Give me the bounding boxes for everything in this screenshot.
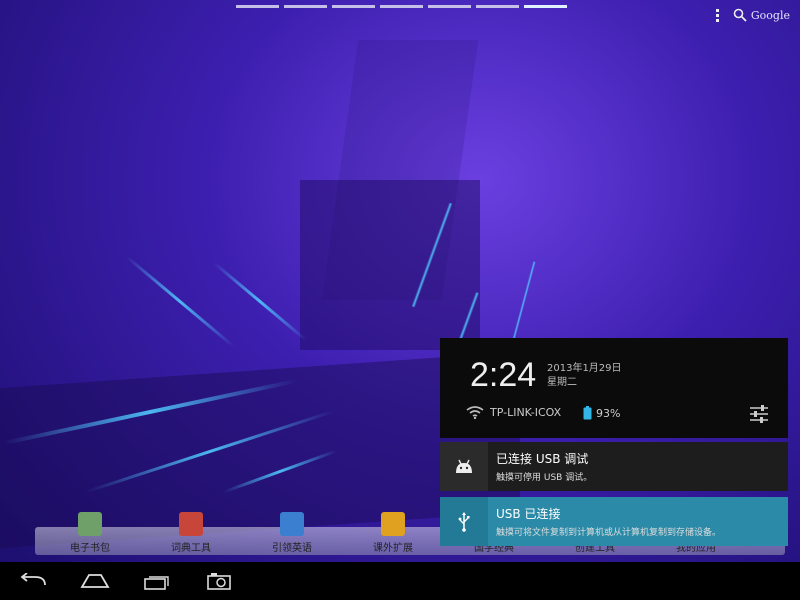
back-button[interactable] <box>8 562 58 600</box>
battery-icon <box>583 406 592 420</box>
weekday-text: 星期二 <box>547 377 577 388</box>
dock-app[interactable]: 引领英语 <box>242 508 342 554</box>
clock-time: 2:24 <box>470 356 537 394</box>
navigation-bar <box>0 562 800 600</box>
top-actions: Google <box>715 8 790 22</box>
android-icon <box>440 442 488 491</box>
app-label: 引领英语 <box>272 543 312 554</box>
app-icon <box>179 512 203 536</box>
recent-apps-button[interactable] <box>132 562 182 600</box>
wifi-icon <box>466 406 484 419</box>
notification-usb-connected[interactable]: USB 已连接 触摸可将文件复制到计算机或从计算机复制到存储设备。 <box>440 497 788 546</box>
dock-app[interactable]: 课外扩展 <box>343 508 443 554</box>
dock-app[interactable]: 电子书包 <box>40 508 140 554</box>
battery-level: 93% <box>596 406 621 420</box>
search-label: Google <box>750 8 790 22</box>
app-label: 课外扩展 <box>373 543 413 554</box>
notification-panel: 2:24 2013年1月29日 星期二 TP-LINK-ICOX 93% 已连接… <box>440 338 788 548</box>
google-search-button[interactable]: Google <box>733 8 790 22</box>
date-text: 2013年1月29日 <box>547 363 622 374</box>
notification-subtitle: 触摸可停用 USB 调试。 <box>496 473 593 483</box>
notification-subtitle: 触摸可将文件复制到计算机或从计算机复制到存储设备。 <box>496 528 722 538</box>
recent-apps-icon <box>144 576 169 590</box>
notification-title: USB 已连接 <box>496 507 561 521</box>
camera-icon <box>207 573 231 590</box>
panel-header: 2:24 2013年1月29日 星期二 TP-LINK-ICOX 93% <box>440 338 788 438</box>
app-label: 电子书包 <box>70 543 110 554</box>
notification-usb-debug[interactable]: 已连接 USB 调试 触摸可停用 USB 调试。 <box>440 442 788 491</box>
app-label: 词典工具 <box>171 543 211 554</box>
app-icon <box>280 512 304 536</box>
notification-title: 已连接 USB 调试 <box>496 452 589 466</box>
page-indicator <box>236 5 567 8</box>
page-dot <box>236 5 279 8</box>
wifi-name: TP-LINK-ICOX <box>490 406 562 419</box>
search-icon <box>733 8 747 22</box>
page-dot <box>476 5 519 8</box>
back-icon <box>20 573 46 586</box>
wifi-status[interactable]: TP-LINK-ICOX <box>466 406 561 419</box>
clock-date: 2013年1月29日 星期二 <box>547 362 622 390</box>
page-dot <box>380 5 423 8</box>
overflow-menu-icon[interactable] <box>715 8 719 22</box>
home-icon <box>80 574 110 588</box>
app-icon <box>78 512 102 536</box>
settings-toggle-icon[interactable] <box>748 404 770 424</box>
screenshot-button[interactable] <box>194 562 244 600</box>
home-button[interactable] <box>70 562 120 600</box>
dock-app[interactable]: 词典工具 <box>141 508 241 554</box>
app-icon <box>381 512 405 536</box>
usb-icon <box>440 497 488 546</box>
battery-status[interactable]: 93% <box>583 406 620 420</box>
page-dot <box>428 5 471 8</box>
page-dot <box>332 5 375 8</box>
page-dot <box>524 5 567 8</box>
page-dot <box>284 5 327 8</box>
